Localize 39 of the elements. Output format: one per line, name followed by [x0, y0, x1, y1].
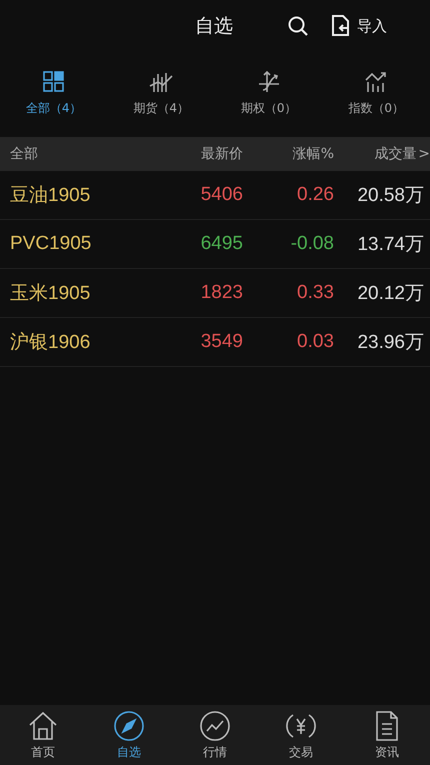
price-cell-text: 5406 — [200, 184, 243, 206]
category-tab[interactable]: 全部（4） — [0, 70, 108, 116]
compass-icon[interactable] — [113, 710, 145, 742]
contract-name: 豆油1905 — [9, 184, 92, 208]
price-cell-text: 6495 — [200, 233, 243, 255]
nav-tab[interactable]: 交易 — [258, 710, 344, 760]
page-title: 自选 — [195, 14, 233, 39]
nav-tab[interactable]: 资讯 — [344, 710, 430, 760]
search-icon[interactable] — [287, 15, 309, 37]
line-bar-chart-icon[interactable] — [364, 70, 388, 94]
line-chart-icon[interactable] — [199, 710, 231, 742]
contract-name: 玉米1905 — [9, 282, 92, 306]
column-header: 最新价 — [200, 145, 243, 163]
volume-cell-text: 20.58万 — [356, 184, 424, 208]
volume-sort-button[interactable]: 成交量> — [334, 145, 430, 163]
nav-tab[interactable]: 行情 — [172, 710, 258, 760]
volume-cell-text: 20.12万 — [356, 282, 424, 306]
grid-icon[interactable] — [42, 70, 66, 94]
contract-name: 沪银1906 — [9, 330, 92, 355]
category-tab[interactable]: 期货（4） — [108, 70, 215, 116]
volume-cell-text: 23.96万 — [356, 331, 424, 355]
volume-cell-text: 13.74万 — [356, 233, 424, 257]
column-header: 涨幅% — [292, 145, 334, 163]
contract-name: PVC1905 — [9, 233, 92, 255]
nav-tab[interactable]: 首页 — [0, 710, 86, 760]
price-cell-text: 3549 — [200, 331, 243, 353]
change-cell-text: 0.03 — [296, 331, 334, 353]
home-icon[interactable] — [27, 710, 59, 742]
price-cell-text: 1823 — [200, 282, 243, 304]
import-icon[interactable] — [331, 15, 351, 37]
change-cell-text: 0.33 — [296, 282, 334, 304]
category-tab[interactable]: 指数（0） — [322, 70, 430, 116]
import-button[interactable]: 导入 — [331, 15, 387, 37]
nav-tab[interactable]: 自选 — [86, 710, 172, 760]
axis-chart-icon[interactable] — [256, 70, 281, 94]
column-header: 全部 — [9, 145, 39, 163]
change-cell-text: -0.08 — [290, 233, 334, 255]
change-cell-text: 0.26 — [296, 184, 334, 206]
category-tab[interactable]: 期权（0） — [215, 70, 322, 116]
